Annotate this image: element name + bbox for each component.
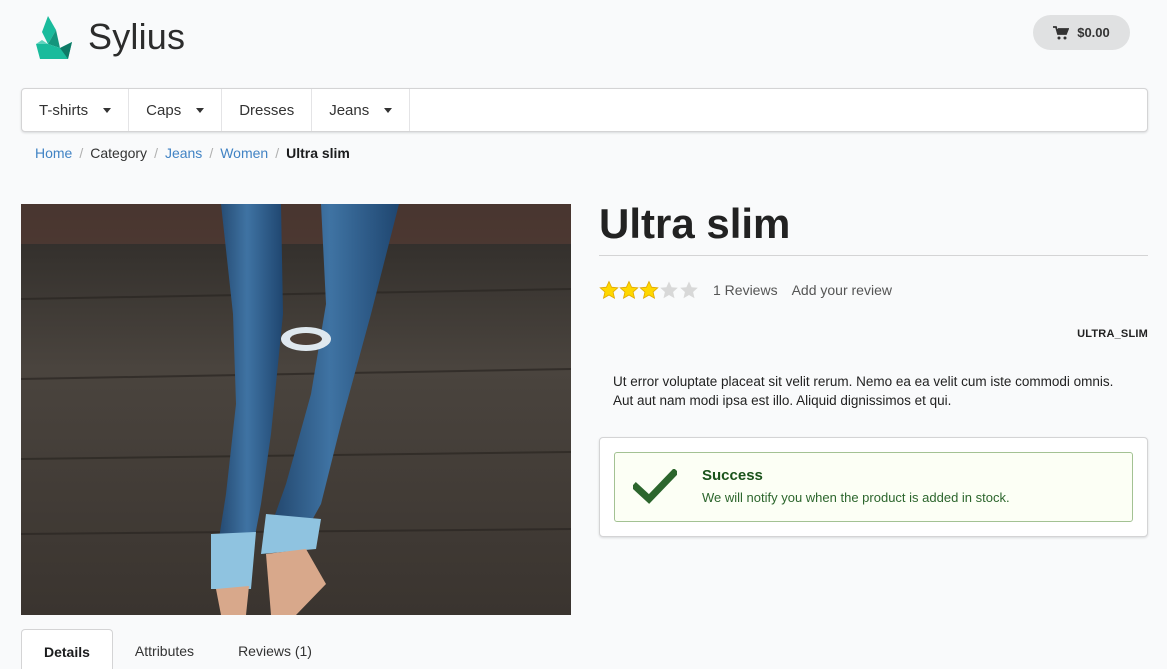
- breadcrumb-category: Category: [90, 145, 148, 161]
- product-tabs: Details Attributes Reviews (1): [21, 629, 334, 669]
- product-image[interactable]: [21, 204, 571, 615]
- caret-down-icon: [103, 107, 112, 113]
- sylius-logo-icon: [36, 16, 72, 59]
- product-code: ULTRA_SLIM: [1077, 328, 1148, 340]
- menu-item-caps[interactable]: Caps: [129, 89, 223, 131]
- tab-attributes[interactable]: Attributes: [113, 629, 216, 669]
- breadcrumb-divider: /: [209, 145, 214, 161]
- message-title: Success: [702, 467, 763, 484]
- breadcrumb: Home / Category / Jeans / Women / Ultra …: [35, 145, 350, 161]
- caret-down-icon: [196, 107, 205, 113]
- checkmark-icon: [633, 469, 677, 504]
- brand-name: Sylius: [88, 16, 186, 57]
- tab-label: Reviews (1): [238, 643, 312, 659]
- breadcrumb-jeans[interactable]: Jeans: [165, 145, 202, 161]
- star-rating[interactable]: [599, 280, 699, 300]
- star-icon[interactable]: [639, 280, 659, 300]
- site-header: Sylius $0.00: [0, 0, 1167, 80]
- message-text: We will notify you when the product is a…: [702, 490, 1010, 505]
- star-icon[interactable]: [679, 280, 699, 300]
- title-divider: [599, 255, 1148, 256]
- menu-item-label: Jeans: [329, 101, 370, 119]
- menu-item-tshirts[interactable]: T-shirts: [22, 89, 130, 131]
- breadcrumb-divider: /: [79, 145, 84, 161]
- menu-item-dresses[interactable]: Dresses: [222, 89, 313, 131]
- breadcrumb-divider: /: [154, 145, 158, 161]
- breadcrumb-current: Ultra slim: [286, 145, 350, 161]
- cart-icon: [1053, 25, 1070, 39]
- review-count[interactable]: 1 Reviews: [713, 282, 778, 298]
- cart-total: $0.00: [1077, 25, 1110, 40]
- product-photo: [21, 204, 571, 615]
- product-title: Ultra slim: [599, 200, 791, 247]
- site-logo[interactable]: Sylius: [34, 14, 185, 60]
- cart-button[interactable]: $0.00: [1033, 15, 1130, 50]
- add-review-link[interactable]: Add your review: [792, 282, 892, 298]
- tab-label: Attributes: [134, 643, 195, 659]
- star-icon[interactable]: [599, 280, 619, 300]
- add-to-cart-panel: Success We will notify you when the prod…: [599, 437, 1148, 537]
- category-menu: T-shirts Caps Dresses Jeans: [21, 88, 1148, 132]
- breadcrumb-women[interactable]: Women: [220, 145, 268, 161]
- caret-down-icon: [384, 107, 393, 113]
- tab-details[interactable]: Details: [21, 629, 113, 669]
- tab-label: Details: [44, 644, 90, 660]
- star-icon[interactable]: [619, 280, 639, 300]
- breadcrumb-divider: /: [275, 145, 280, 161]
- star-icon[interactable]: [659, 280, 679, 300]
- menu-item-label: T-shirts: [39, 101, 89, 119]
- menu-item-jeans[interactable]: Jeans: [312, 89, 411, 131]
- menu-item-label: Dresses: [239, 101, 295, 119]
- product-rating: 1 Reviews Add your review: [599, 280, 892, 300]
- tab-reviews[interactable]: Reviews (1): [216, 629, 334, 669]
- breadcrumb-home[interactable]: Home: [35, 145, 72, 161]
- success-message: Success We will notify you when the prod…: [614, 452, 1133, 522]
- product-description: Ut error voluptate placeat sit velit rer…: [613, 374, 1114, 408]
- menu-item-label: Caps: [146, 101, 182, 119]
